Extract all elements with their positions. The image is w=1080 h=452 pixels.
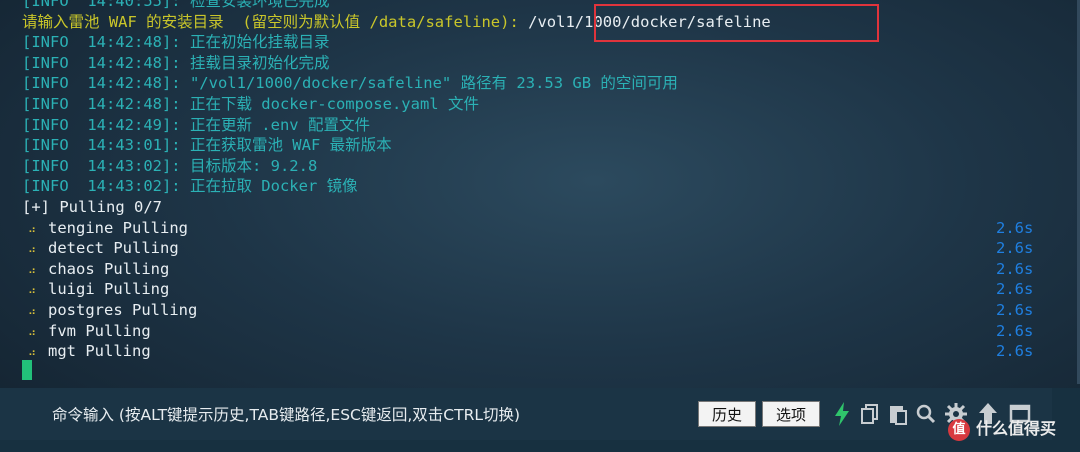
lightning-icon[interactable] — [830, 400, 854, 428]
pull-row-luigi: ⠴ luigi Pulling 2.6s — [22, 279, 1062, 300]
pull-time: 2.6s — [996, 259, 1034, 278]
pull-name: postgres Pulling — [48, 300, 198, 319]
search-icon[interactable] — [914, 400, 938, 428]
pull-row-postgres: ⠴ postgres Pulling 2.6s — [22, 300, 1062, 321]
log-line: [INFO 14:42:48]: 挂载目录初始化完成 — [22, 53, 330, 72]
terminal-cursor[interactable] — [22, 360, 32, 380]
pull-name: detect Pulling — [48, 239, 179, 258]
log-line: [INFO 14:43:02]: 目标版本: 9.2.8 — [22, 156, 318, 175]
spinner-icon: ⠴ — [28, 304, 37, 318]
terminal-output: [INFO 14:40:55]: 检查安装环境已完成 请输入雷池 WAF 的安装… — [22, 0, 1062, 362]
path-highlight-box — [594, 4, 879, 42]
log-line: [INFO 14:42:48]: 正在下载 docker-compose.yam… — [22, 94, 479, 113]
log-line: [INFO 14:42:49]: 正在更新 .env 配置文件 — [22, 115, 370, 134]
prompt-line: 请输入雷池 WAF 的安装目录 (留空则为默认值 /data/safeline)… — [22, 12, 1062, 33]
pull-row-chaos: ⠴ chaos Pulling 2.6s — [22, 259, 1062, 280]
history-button[interactable]: 历史 — [698, 401, 756, 427]
pull-summary-line: [+] Pulling 0/7 — [22, 197, 162, 216]
pull-row-fvm: ⠴ fvm Pulling 2.6s — [22, 321, 1062, 342]
log-line: [INFO 14:42:48]: 正在初始化挂载目录 — [22, 33, 330, 52]
log-line: [INFO 14:43:01]: 正在获取雷池 WAF 最新版本 — [22, 136, 392, 155]
watermark-text: 什么值得买 — [976, 419, 1057, 438]
pull-row-detect: ⠴ detect Pulling 2.6s — [22, 238, 1062, 259]
watermark-logo: 值 — [948, 418, 970, 441]
copy-icon[interactable] — [858, 400, 882, 428]
pull-name: tengine Pulling — [48, 218, 188, 237]
pull-time: 2.6s — [996, 280, 1034, 299]
prompt-question: 请输入雷池 WAF 的安装目录 (留空则为默认值 /data/safeline)… — [22, 12, 529, 31]
pull-name: luigi Pulling — [48, 280, 170, 299]
spinner-icon: ⠴ — [28, 263, 37, 277]
paste-icon[interactable] — [886, 400, 910, 428]
pull-time: 2.6s — [996, 342, 1034, 361]
pull-time: 2.6s — [996, 239, 1034, 258]
spinner-icon: ⠴ — [28, 325, 37, 339]
pull-name: chaos Pulling — [48, 259, 170, 278]
pull-time: 2.6s — [996, 321, 1034, 340]
spinner-icon: ⠴ — [28, 284, 37, 298]
spinner-icon: ⠴ — [28, 222, 37, 236]
log-line: [INFO 14:43:02]: 正在拉取 Docker 镜像 — [22, 177, 358, 196]
command-input-area[interactable]: 命令输入 (按ALT键提示历史,TAB键路径,ESC键返回,双击CTRL切换) … — [0, 388, 1052, 440]
command-input-hint[interactable]: 命令输入 (按ALT键提示历史,TAB键路径,ESC键返回,双击CTRL切换) — [52, 403, 520, 425]
options-button[interactable]: 选项 — [762, 401, 820, 427]
pull-row-tengine: ⠴ tengine Pulling 2.6s — [22, 218, 1062, 239]
pull-time: 2.6s — [996, 218, 1034, 237]
pull-time: 2.6s — [996, 300, 1034, 319]
pull-name: mgt Pulling — [48, 342, 151, 361]
watermark: 值什么值得买 — [948, 415, 1056, 441]
pull-name: fvm Pulling — [48, 321, 151, 340]
log-line: [INFO 14:40:55]: 检查安装环境已完成 — [22, 0, 330, 10]
spinner-icon: ⠴ — [28, 243, 37, 257]
command-bar: 命令输入 (按ALT键提示历史,TAB键路径,ESC键返回,双击CTRL切换) … — [0, 388, 1080, 452]
pull-row-mgt: ⠴ mgt Pulling 2.6s — [22, 341, 1062, 362]
log-line: [INFO 14:42:48]: "/vol1/1000/docker/safe… — [22, 74, 678, 93]
